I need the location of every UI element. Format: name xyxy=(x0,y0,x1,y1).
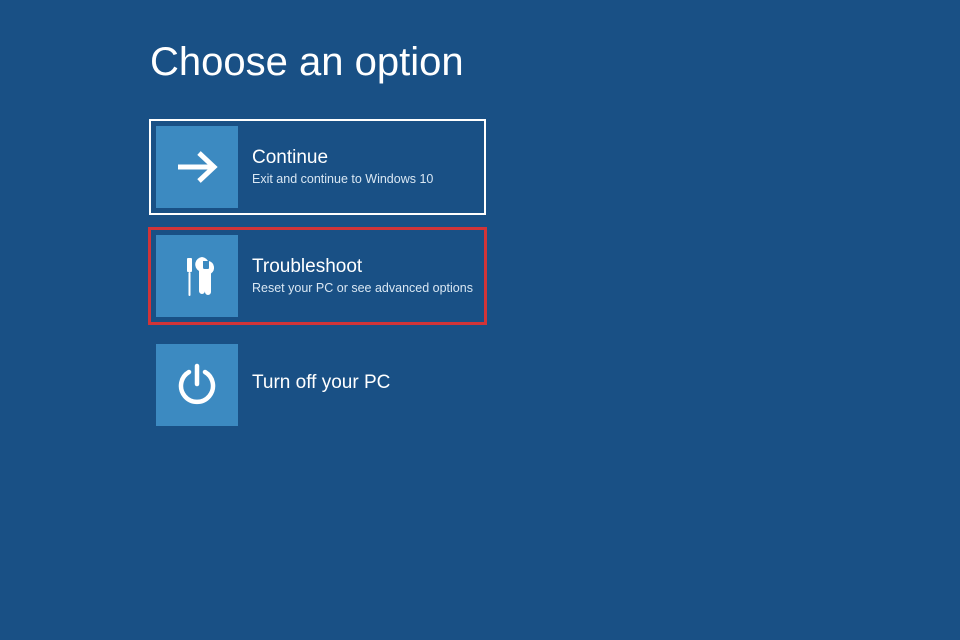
page-title: Choose an option xyxy=(150,40,485,85)
option-troubleshoot[interactable]: Troubleshoot Reset your PC or see advanc… xyxy=(150,229,485,323)
tools-icon xyxy=(156,235,238,317)
option-continue[interactable]: Continue Exit and continue to Windows 10 xyxy=(150,120,485,214)
option-text-troubleshoot: Troubleshoot Reset your PC or see advanc… xyxy=(238,256,483,297)
winre-menu: Choose an option Continue Exit and conti… xyxy=(150,40,485,447)
option-subtitle: Reset your PC or see advanced options xyxy=(252,281,473,296)
power-icon xyxy=(156,344,238,426)
option-text-continue: Continue Exit and continue to Windows 10 xyxy=(238,147,443,188)
option-text-poweroff: Turn off your PC xyxy=(238,372,400,398)
option-title: Troubleshoot xyxy=(252,256,473,279)
option-title: Continue xyxy=(252,147,433,170)
option-title: Turn off your PC xyxy=(252,372,390,395)
option-subtitle: Exit and continue to Windows 10 xyxy=(252,172,433,187)
option-power-off[interactable]: Turn off your PC xyxy=(150,338,485,432)
arrow-right-icon xyxy=(156,126,238,208)
